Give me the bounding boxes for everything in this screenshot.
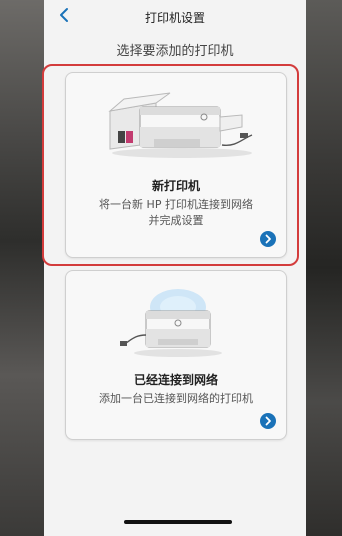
subtitle: 选择要添加的打印机 <box>116 44 234 59</box>
option-card-network-printer[interactable]: 已经连接到网络 添加一台已连接到网络的打印机 <box>65 270 287 440</box>
option-title: 已经连接到网络 <box>133 373 218 387</box>
option-description-line1: 添加一台已连接到网络的打印机 <box>99 392 253 405</box>
networked-printer-illustration <box>116 281 236 365</box>
chevron-right-icon[interactable] <box>260 413 276 429</box>
home-indicator <box>124 520 232 524</box>
highlight-outline <box>42 64 299 266</box>
page-title: 打印机设置 <box>144 11 205 25</box>
navigation-bar: 打印机设置 <box>44 0 306 34</box>
